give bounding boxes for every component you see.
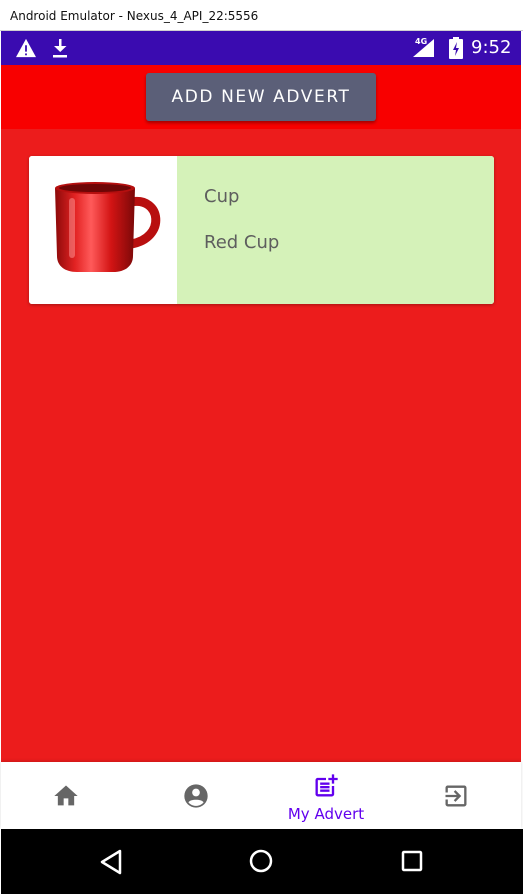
- home-circle-icon[interactable]: [249, 849, 273, 873]
- battery-icon: [449, 37, 463, 59]
- warning-icon: [16, 38, 36, 58]
- emulator-title-bar: Android Emulator - Nexus_4_API_22:5556: [0, 0, 523, 31]
- red-cup-image: [55, 182, 161, 272]
- advert-title: Cup: [204, 186, 240, 207]
- status-time: 9:52: [471, 37, 512, 58]
- nav-my-advert[interactable]: My Advert: [261, 762, 391, 829]
- device-screen: 4G 9:52 ADD NEW ADVERT Cup Red Cup My Ad…: [1, 31, 523, 894]
- app-header: ADD NEW ADVERT: [1, 65, 521, 129]
- nav-my-advert-label: My Advert: [287, 805, 365, 823]
- nav-logout[interactable]: [391, 762, 521, 829]
- exit-icon: [445, 785, 467, 807]
- back-icon[interactable]: [99, 849, 123, 875]
- nav-home[interactable]: [1, 762, 131, 829]
- nav-account[interactable]: [131, 762, 261, 829]
- advert-info: Cup Red Cup: [177, 156, 494, 304]
- advert-list: Cup Red Cup: [1, 129, 521, 762]
- account-icon: [184, 784, 208, 808]
- recents-icon[interactable]: [401, 850, 423, 872]
- home-icon: [54, 785, 78, 806]
- network-type: 4G: [415, 37, 428, 46]
- window-title: Android Emulator - Nexus_4_API_22:5556: [10, 9, 259, 23]
- advert-card[interactable]: Cup Red Cup: [29, 156, 494, 304]
- advert-image: [29, 156, 177, 304]
- post-add-icon: [315, 774, 338, 797]
- advert-description: Red Cup: [204, 232, 280, 253]
- bottom-navigation: My Advert: [1, 762, 521, 829]
- download-icon: [53, 39, 67, 58]
- add-new-advert-button[interactable]: ADD NEW ADVERT: [146, 73, 376, 121]
- system-navigation-bar: [1, 829, 523, 894]
- status-bar: 4G 9:52: [1, 31, 521, 65]
